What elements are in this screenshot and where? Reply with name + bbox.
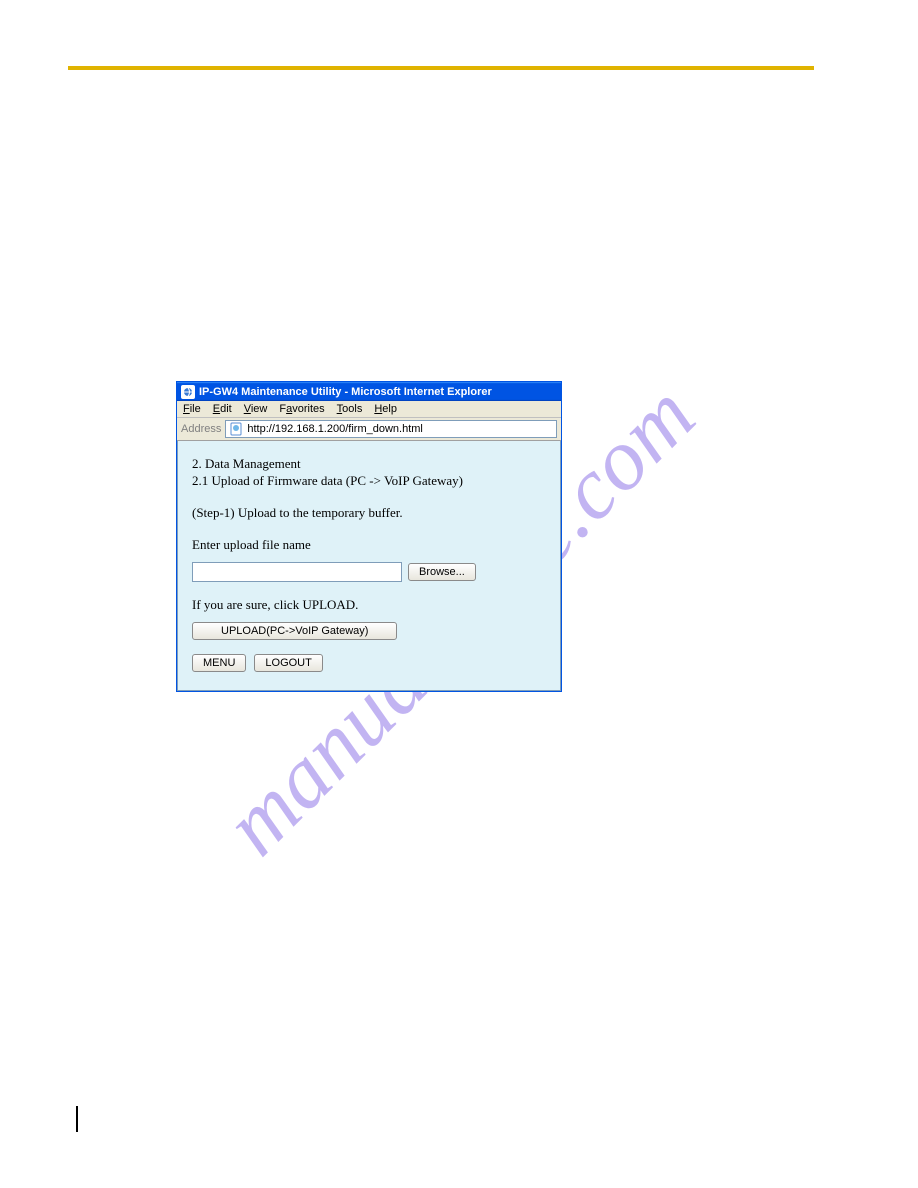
heading-data-management: 2. Data Management	[192, 456, 546, 472]
menu-help[interactable]: Help	[374, 403, 397, 415]
menu-tools[interactable]: Tools	[337, 403, 363, 415]
address-url: http://192.168.1.200/firm_down.html	[247, 423, 423, 435]
menubar: File Edit View Favorites Tools Help	[177, 401, 561, 418]
step-text: (Step-1) Upload to the temporary buffer.	[192, 505, 546, 521]
file-row: Browse...	[192, 562, 546, 582]
footer-mark	[76, 1106, 78, 1132]
menu-file[interactable]: File	[183, 403, 201, 415]
browser-window: IP-GW4 Maintenance Utility - Microsoft I…	[176, 381, 562, 692]
upload-button[interactable]: UPLOAD(PC->VoIP Gateway)	[192, 622, 397, 640]
menu-button[interactable]: MENU	[192, 654, 246, 672]
addressbar: Address http://192.168.1.200/firm_down.h…	[177, 418, 561, 441]
page-icon	[229, 422, 243, 436]
enter-file-label: Enter upload file name	[192, 537, 546, 553]
nav-button-row: MENU LOGOUT	[192, 654, 546, 672]
top-rule	[68, 66, 814, 70]
titlebar: IP-GW4 Maintenance Utility - Microsoft I…	[177, 382, 561, 401]
confirm-text: If you are sure, click UPLOAD.	[192, 597, 546, 613]
upload-file-input[interactable]	[192, 562, 402, 582]
page-content: 2. Data Management 2.1 Upload of Firmwar…	[177, 441, 561, 691]
menu-view[interactable]: View	[244, 403, 268, 415]
menu-favorites[interactable]: Favorites	[279, 403, 324, 415]
address-box[interactable]: http://192.168.1.200/firm_down.html	[225, 420, 557, 438]
heading-upload-firmware: 2.1 Upload of Firmware data (PC -> VoIP …	[192, 473, 546, 489]
address-label: Address	[181, 423, 221, 435]
app-icon	[181, 385, 195, 399]
menu-edit[interactable]: Edit	[213, 403, 232, 415]
logout-button[interactable]: LOGOUT	[254, 654, 322, 672]
browse-button[interactable]: Browse...	[408, 563, 476, 581]
window-title: IP-GW4 Maintenance Utility - Microsoft I…	[199, 386, 492, 398]
